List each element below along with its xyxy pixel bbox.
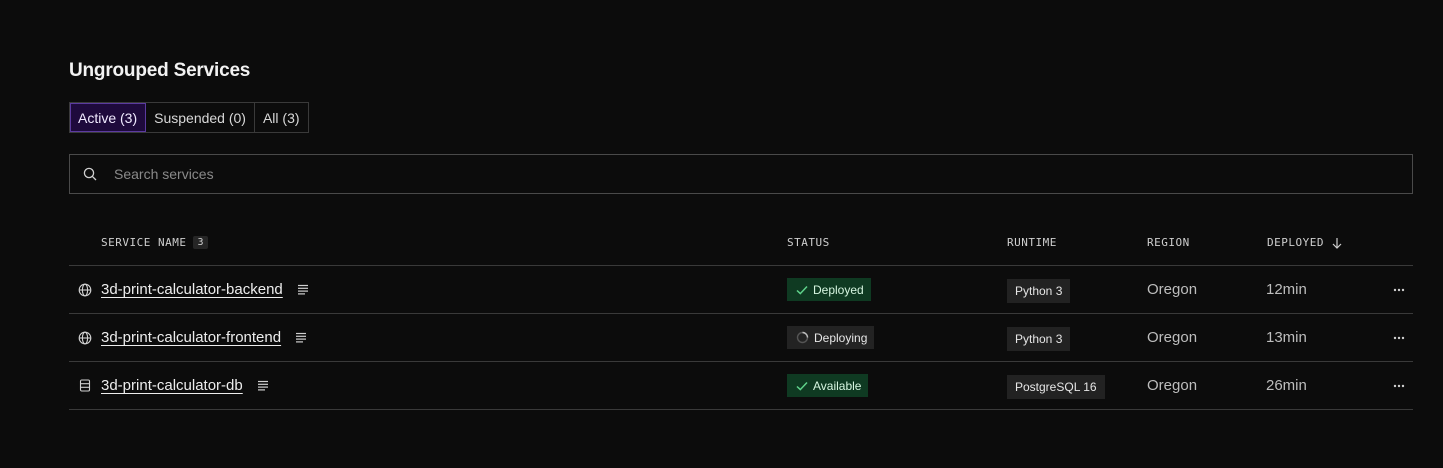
globe-icon xyxy=(78,331,92,345)
runtime-badge: Python 3 xyxy=(1007,326,1071,351)
service-name-link[interactable]: 3d-print-calculator-frontend xyxy=(101,329,281,346)
status-badge: Deploying xyxy=(787,326,875,349)
search-box[interactable] xyxy=(69,154,1413,194)
status-label: Available xyxy=(813,378,862,393)
sort-descending-icon[interactable] xyxy=(1332,237,1342,249)
region-label: Oregon xyxy=(1147,377,1198,394)
runtime-badge: PostgreSQL 16 xyxy=(1007,374,1105,399)
more-options-icon[interactable] xyxy=(1393,362,1405,409)
deployed-time: 13min xyxy=(1266,329,1307,346)
column-header-runtime[interactable]: RUNTIME xyxy=(1007,236,1057,249)
runtime-badge: Python 3 xyxy=(1007,278,1071,303)
column-header-region-label: REGION xyxy=(1147,236,1190,249)
search-icon xyxy=(82,166,98,182)
region-label: Oregon xyxy=(1147,329,1198,346)
column-header-status[interactable]: STATUS xyxy=(787,236,830,249)
status-label: Deploying xyxy=(814,330,868,345)
column-header-region[interactable]: REGION xyxy=(1147,236,1190,249)
section-title: Ungrouped Services xyxy=(69,60,251,81)
search-input[interactable] xyxy=(114,166,1412,182)
table-row: 3d-print-calculator-backend Deployed Pyt… xyxy=(69,266,1413,314)
check-icon xyxy=(796,285,808,295)
column-header-runtime-label: RUNTIME xyxy=(1007,236,1057,249)
services-page: Ungrouped Services Active (3) Suspended … xyxy=(0,0,1443,468)
column-header-service-name-label: SERVICE NAME xyxy=(101,236,187,249)
status-badge: Deployed xyxy=(787,278,871,301)
filter-tabs: Active (3) Suspended (0) All (3) xyxy=(69,102,309,133)
more-options-icon[interactable] xyxy=(1393,314,1405,361)
service-count-badge: 3 xyxy=(193,236,209,249)
column-header-deployed[interactable]: DEPLOYED xyxy=(1267,236,1342,249)
check-icon xyxy=(796,381,808,391)
logs-icon[interactable] xyxy=(295,332,307,343)
status-badge: Available xyxy=(787,374,869,397)
table-row: 3d-print-calculator-db Available Postgre… xyxy=(69,362,1413,410)
spinner-icon xyxy=(796,331,809,344)
table-row: 3d-print-calculator-frontend Deploying P… xyxy=(69,314,1413,362)
column-header-deployed-label: DEPLOYED xyxy=(1267,236,1324,249)
deployed-time: 12min xyxy=(1266,281,1307,298)
deployed-time: 26min xyxy=(1266,377,1307,394)
logs-icon[interactable] xyxy=(257,380,269,391)
service-name-link[interactable]: 3d-print-calculator-db xyxy=(101,377,243,394)
status-label: Deployed xyxy=(813,282,864,297)
logs-icon[interactable] xyxy=(297,284,309,295)
database-icon xyxy=(78,379,92,393)
column-header-status-label: STATUS xyxy=(787,236,830,249)
more-options-icon[interactable] xyxy=(1393,266,1405,313)
tab-suspended[interactable]: Suspended (0) xyxy=(146,103,255,132)
region-label: Oregon xyxy=(1147,281,1198,298)
table-header: SERVICE NAME 3 STATUS RUNTIME REGION DEP… xyxy=(69,226,1413,266)
service-name-link[interactable]: 3d-print-calculator-backend xyxy=(101,281,283,298)
tab-active[interactable]: Active (3) xyxy=(70,103,147,132)
column-header-service-name[interactable]: SERVICE NAME 3 xyxy=(101,236,209,249)
globe-icon xyxy=(78,283,92,297)
tab-all[interactable]: All (3) xyxy=(255,103,308,132)
